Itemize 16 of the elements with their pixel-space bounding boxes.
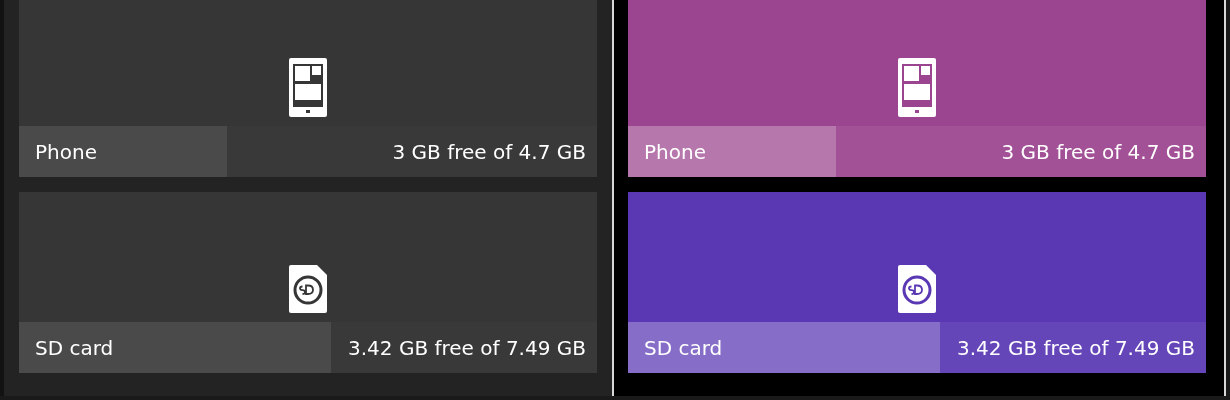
sd-card-icon xyxy=(289,265,327,313)
storage-tile[interactable]: Phone 3 GB free of 4.7 GB xyxy=(628,0,1206,177)
phone-icon xyxy=(898,58,936,117)
device-name: Phone xyxy=(34,139,97,164)
device-name: SD card xyxy=(34,335,114,360)
storage-reading: 3 GB free of 4.7 GB xyxy=(392,139,587,164)
storage-reading: 3.42 GB free of 7.49 GB xyxy=(957,335,1196,360)
storage-tile[interactable]: SD card 3.42 GB free of 7.49 GB xyxy=(19,192,597,373)
sd-card-icon xyxy=(898,265,936,313)
storage-tile[interactable]: Phone 3 GB free of 4.7 GB xyxy=(19,0,597,177)
device-name: Phone xyxy=(643,139,706,164)
storage-reading: 3 GB free of 4.7 GB xyxy=(1001,139,1196,164)
storage-reading: 3.42 GB free of 7.49 GB xyxy=(348,335,587,360)
storage-tile[interactable]: SD card 3.42 GB free of 7.49 GB xyxy=(628,192,1206,373)
device-name: SD card xyxy=(643,335,723,360)
phone-icon xyxy=(289,58,327,117)
